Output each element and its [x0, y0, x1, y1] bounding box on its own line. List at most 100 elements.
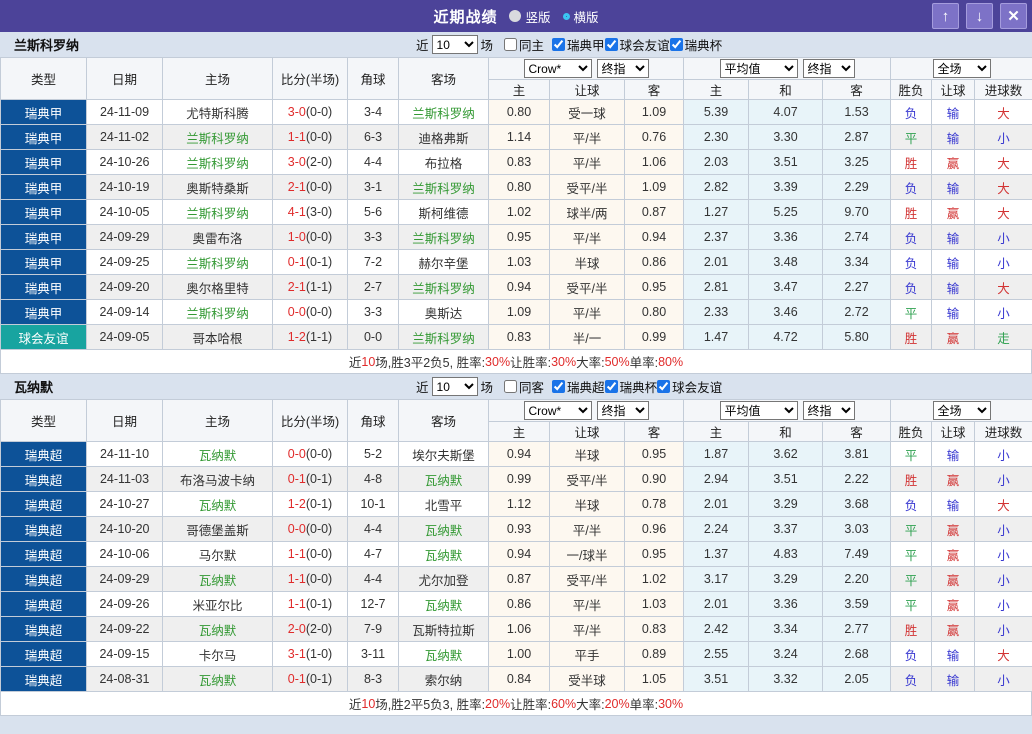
average-select[interactable]: 平均值: [720, 401, 798, 420]
handicap-cell: 半球: [550, 250, 625, 275]
layout-radio-vertical[interactable]: 竖版: [509, 7, 550, 26]
corner-cell: 4-7: [348, 542, 399, 567]
away-team-cell: 兰斯科罗纳: [399, 100, 489, 125]
same-venue-checkbox[interactable]: [504, 380, 517, 393]
fulltime-select[interactable]: 全场: [933, 59, 991, 78]
odds-stage-select[interactable]: 终指: [597, 401, 649, 420]
avg-away-cell: 2.72: [823, 300, 891, 325]
league-filter[interactable]: 球会友谊: [605, 35, 670, 54]
close-button[interactable]: ✕: [1000, 3, 1027, 29]
avg-home-cell: 2.42: [684, 617, 749, 642]
away-team-cell: 兰斯科罗纳: [399, 275, 489, 300]
record-summary: 近10场,胜3平2负5, 胜率:30% 让胜率:30% 大率:50% 单率:80…: [0, 350, 1032, 374]
titlebar: 近期战绩 竖版 横版 ↑ ↓ ✕: [0, 0, 1032, 32]
home-odds-cell: 0.93: [489, 517, 550, 542]
league-type-cell: 球会友谊: [1, 325, 87, 350]
avg-draw-cell: 3.29: [749, 492, 823, 517]
league-checkbox[interactable]: [670, 38, 683, 51]
average-stage-select[interactable]: 终指: [803, 59, 855, 78]
away-team-cell: 瓦斯特拉斯: [399, 617, 489, 642]
match-date-cell: 24-09-15: [87, 642, 163, 667]
league-filter[interactable]: 瑞典超: [552, 377, 605, 396]
col-header-corner: 角球: [348, 58, 399, 100]
avg-draw-cell: 4.83: [749, 542, 823, 567]
handicap-cell: 半球: [550, 442, 625, 467]
col-header-odds-away: 客: [625, 80, 684, 100]
league-checkbox[interactable]: [552, 38, 565, 51]
away-team-cell: 布拉格: [399, 150, 489, 175]
bookmaker-select[interactable]: Crow*: [524, 59, 592, 78]
match-count-select[interactable]: 10: [432, 377, 478, 396]
col-header-home: 主场: [163, 400, 273, 442]
home-odds-cell: 1.12: [489, 492, 550, 517]
move-up-button[interactable]: ↑: [932, 3, 959, 29]
col-header-avg-away: 客: [823, 80, 891, 100]
handicap-cell: 受平/半: [550, 467, 625, 492]
odds-stage-select[interactable]: 终指: [597, 59, 649, 78]
league-type-cell: 瑞典甲: [1, 175, 87, 200]
move-down-button[interactable]: ↓: [966, 3, 993, 29]
average-group-header: 平均值 终指: [684, 58, 891, 80]
avg-draw-cell: 3.39: [749, 175, 823, 200]
section-team-name: 兰斯科罗纳: [0, 35, 416, 54]
avg-home-cell: 5.39: [684, 100, 749, 125]
layout-radio-horizontal[interactable]: 横版: [563, 7, 599, 26]
handicap-result-cell: 输: [932, 667, 975, 692]
bookmaker-select[interactable]: Crow*: [524, 401, 592, 420]
away-odds-cell: 0.89: [625, 642, 684, 667]
away-odds-cell: 1.03: [625, 592, 684, 617]
col-header-avg-away: 客: [823, 422, 891, 442]
avg-home-cell: 1.47: [684, 325, 749, 350]
handicap-cell: 一/球半: [550, 542, 625, 567]
match-date-cell: 24-11-09: [87, 100, 163, 125]
handicap-result-cell: 赢: [932, 542, 975, 567]
league-type-cell: 瑞典超: [1, 492, 87, 517]
average-select[interactable]: 平均值: [720, 59, 798, 78]
average-stage-select[interactable]: 终指: [803, 401, 855, 420]
radio-vertical-label: 竖版: [525, 7, 550, 26]
league-type-cell: 瑞典甲: [1, 225, 87, 250]
same-venue-filter[interactable]: 同主: [504, 35, 544, 54]
avg-away-cell: 2.22: [823, 467, 891, 492]
match-row: 瑞典甲24-11-02兰斯科罗纳1-1(0-0)6-3迪格弗斯1.14平/半0.…: [1, 125, 1032, 150]
match-count-select[interactable]: 10: [432, 35, 478, 54]
match-row: 瑞典甲24-09-25兰斯科罗纳0-1(0-1)7-2赫尔辛堡1.03半球0.8…: [1, 250, 1032, 275]
score-cell: 1-2(1-1): [273, 325, 348, 350]
league-checkbox[interactable]: [605, 380, 618, 393]
same-venue-checkbox[interactable]: [504, 38, 517, 51]
handicap-cell: 受一球: [550, 100, 625, 125]
league-filter[interactable]: 瑞典甲: [552, 35, 605, 54]
match-row: 瑞典超24-08-31瓦纳默0-1(0-1)8-3索尔纳0.84受半球1.053…: [1, 667, 1032, 692]
radio-horizontal-icon: [563, 13, 570, 20]
odds-group-header: Crow* 终指: [489, 400, 684, 422]
league-filter[interactable]: 瑞典杯: [605, 377, 658, 396]
score-cell: 3-1(1-0): [273, 642, 348, 667]
result-cell: 平: [891, 567, 932, 592]
league-filter[interactable]: 球会友谊: [657, 377, 722, 396]
league-checkbox[interactable]: [552, 380, 565, 393]
result-cell: 胜: [891, 150, 932, 175]
league-filter[interactable]: 瑞典杯: [670, 35, 723, 54]
league-filters: 瑞典甲球会友谊瑞典杯: [552, 35, 722, 54]
league-checkbox[interactable]: [657, 380, 670, 393]
away-odds-cell: 0.83: [625, 617, 684, 642]
avg-away-cell: 5.80: [823, 325, 891, 350]
matches-table: 类型 日期 主场 比分(半场) 角球 客场 Crow* 终指 平均值 终指 全场: [0, 57, 1032, 350]
league-checkbox[interactable]: [605, 38, 618, 51]
avg-away-cell: 2.87: [823, 125, 891, 150]
league-type-cell: 瑞典超: [1, 617, 87, 642]
away-odds-cell: 0.78: [625, 492, 684, 517]
home-team-cell: 哥本哈根: [163, 325, 273, 350]
avg-away-cell: 2.74: [823, 225, 891, 250]
handicap-result-cell: 赢: [932, 517, 975, 542]
match-row: 瑞典甲24-09-29奥雷布洛1-0(0-0)3-3兰斯科罗纳0.95平/半0.…: [1, 225, 1032, 250]
home-odds-cell: 1.00: [489, 642, 550, 667]
away-team-cell: 北雪平: [399, 492, 489, 517]
same-venue-filter[interactable]: 同客: [504, 377, 544, 396]
match-row: 瑞典超24-09-15卡尔马3-1(1-0)3-11瓦纳默1.00平手0.892…: [1, 642, 1032, 667]
fulltime-select[interactable]: 全场: [933, 401, 991, 420]
col-header-handicap-result: 让球: [932, 80, 975, 100]
home-team-cell: 瓦纳默: [163, 492, 273, 517]
col-header-date: 日期: [87, 58, 163, 100]
away-team-cell: 瓦纳默: [399, 467, 489, 492]
